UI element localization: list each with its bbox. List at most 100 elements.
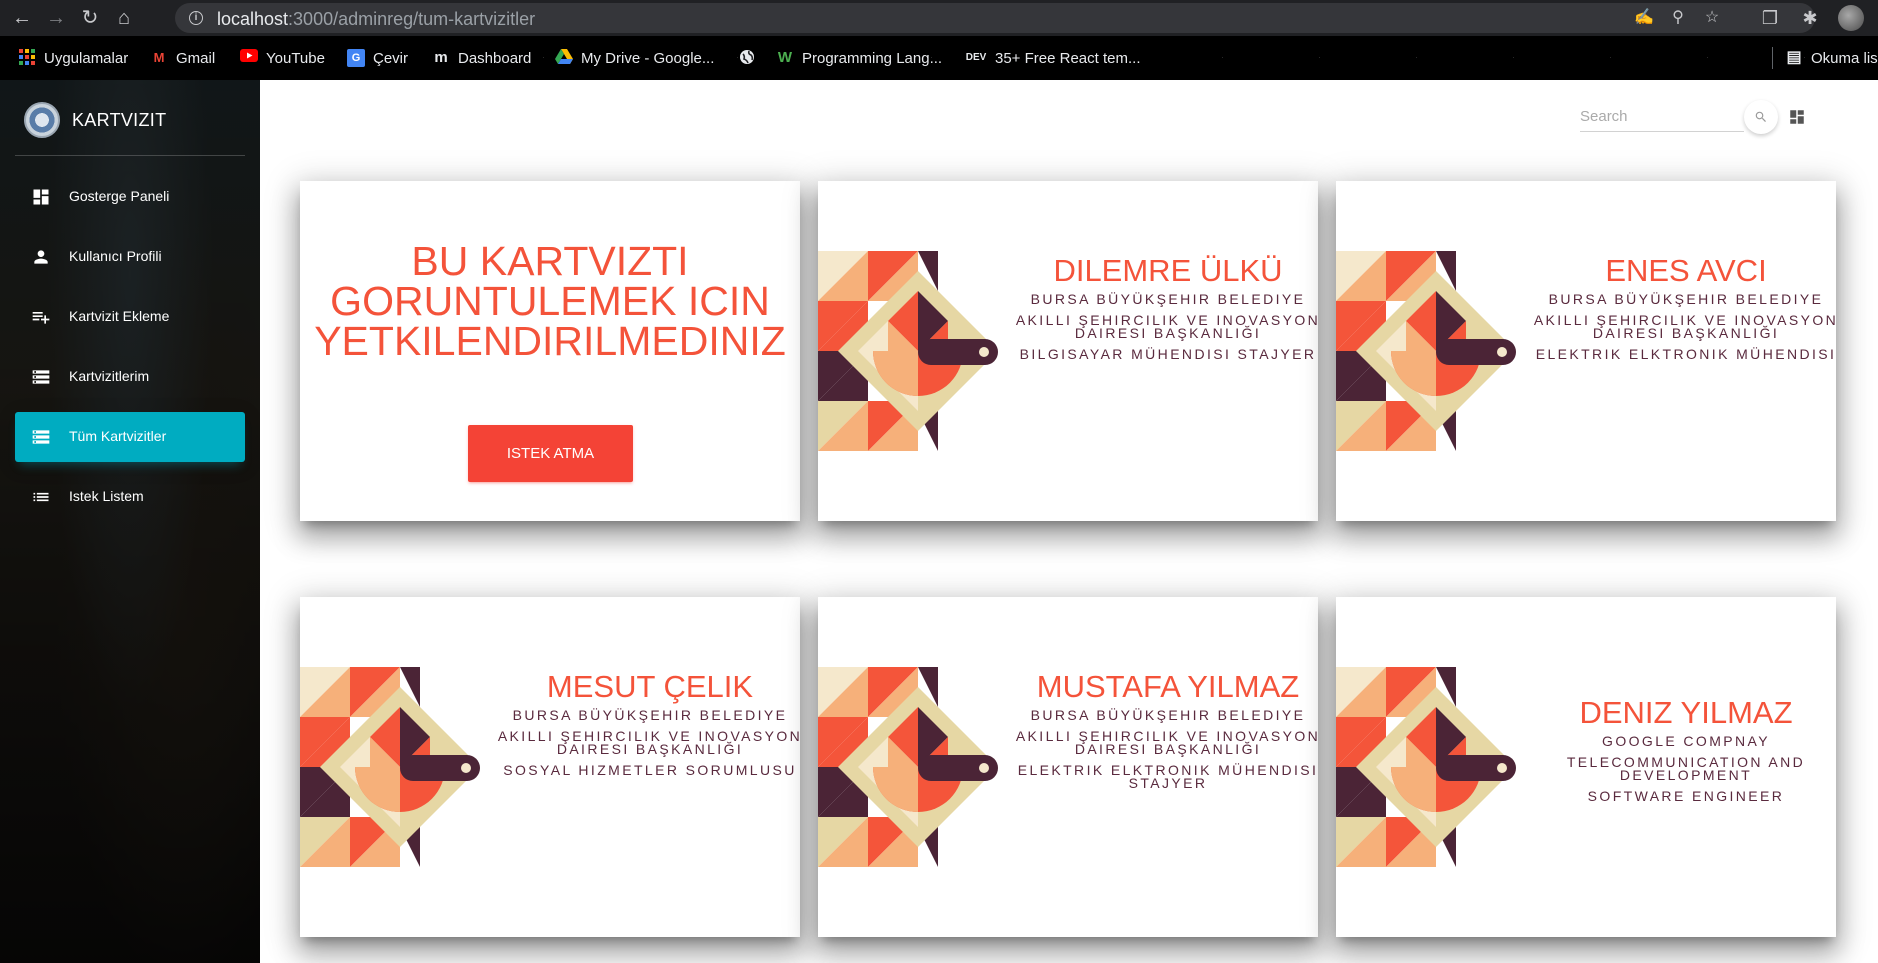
- business-card[interactable]: DENIZ YILMAZ GOOGLE COMPNAY TELECOMMUNIC…: [1336, 597, 1836, 937]
- card-job-title: SOSYAL HIZMETLER SORUMLUSU: [503, 762, 797, 778]
- search-input[interactable]: [1580, 102, 1744, 132]
- translate-page-icon[interactable]: ✍: [1633, 7, 1655, 29]
- business-card[interactable]: DILEMRE ÜLKÜ BURSA BÜYÜKŞEHIR BELEDIYE A…: [818, 181, 1318, 521]
- bookmark-label: Okuma lis: [1811, 49, 1878, 67]
- bookmark-dashboard[interactable]: m Dashboard: [432, 47, 531, 69]
- profile-avatar[interactable]: [1838, 5, 1864, 31]
- google-drive-icon: [555, 49, 573, 67]
- unauthorized-line: YETKILENDIRILMEDINIZ: [314, 318, 786, 364]
- bookmark-uygulamalar[interactable]: Uygulamalar: [18, 47, 128, 69]
- storage-icon: [32, 430, 50, 444]
- card-logo-art: [1336, 667, 1516, 867]
- card-department: AKILLI ŞEHIRCILIK VE INOVASYON DAIRESI B…: [1015, 728, 1318, 757]
- dev-logo-icon: DEV: [965, 52, 987, 63]
- url-host: localhost: [217, 9, 289, 29]
- card-department: AKILLI ŞEHIRCILIK VE INOVASYON DAIRESI B…: [1015, 312, 1318, 341]
- browser-toolbar: ← → ↻ ⌂ i localhost:3000/adminreg/tum-ka…: [0, 0, 1878, 36]
- apps-grid-icon: [18, 49, 36, 67]
- extensions-puzzle-icon[interactable]: ✱: [1798, 6, 1822, 30]
- card-org: BURSA BÜYÜKŞEHIR BELEDIYE: [512, 707, 788, 723]
- card-org: BURSA BÜYÜKŞEHIR BELEDIYE: [1548, 291, 1824, 307]
- bookmark-globe[interactable]: [738, 47, 764, 69]
- bookmark-reading-list[interactable]: ▤ Okuma lis: [1772, 47, 1878, 69]
- card-department: TELECOMMUNICATION AND DEVELOPMENT: [1566, 754, 1806, 783]
- gmail-icon: M: [153, 50, 165, 65]
- reading-list-icon: ▤: [1786, 49, 1802, 66]
- w-logo-icon: W: [777, 49, 793, 66]
- card-text: MESUT ÇELIK BURSA BÜYÜKŞEHIR BELEDIYE AK…: [495, 669, 800, 777]
- bookmark-label: Dashboard: [458, 49, 532, 67]
- address-bar[interactable]: i localhost:3000/adminreg/tum-kartvizitl…: [175, 3, 1815, 33]
- unauthorized-line: GORUNTULEMEK ICIN: [330, 278, 770, 324]
- sidebar-item-label: Kartvizitlerim: [69, 368, 150, 384]
- brand-logo: [24, 102, 60, 138]
- card-job-title: SOFTWARE ENGINEER: [1587, 788, 1785, 804]
- card-name: DILEMRE ÜLKÜ: [1053, 253, 1283, 288]
- storage-icon: [32, 370, 50, 384]
- sidebar-item-kullanici-profili[interactable]: Kullanıcı Profili: [15, 232, 245, 282]
- sidebar-item-istek-listem[interactable]: Istek Listem: [15, 472, 245, 522]
- card-logo-art: [1336, 251, 1516, 451]
- url-text[interactable]: localhost:3000/adminreg/tum-kartvizitler: [217, 9, 535, 30]
- sidebar-item-kartvizitlerim[interactable]: Kartvizitlerim: [15, 352, 245, 402]
- bookmark-label: Programming Lang...: [802, 49, 943, 67]
- card-text: ENES AVCI BURSA BÜYÜKŞEHIR BELEDIYE AKIL…: [1531, 253, 1836, 361]
- business-card[interactable]: MESUT ÇELIK BURSA BÜYÜKŞEHIR BELEDIYE AK…: [300, 597, 800, 937]
- bookmark-label: Uygulamalar: [44, 49, 129, 67]
- dashboard-view-icon[interactable]: [1788, 108, 1806, 126]
- card-logo-art: [818, 667, 998, 867]
- card-name: MESUT ÇELIK: [546, 669, 754, 704]
- url-path: :3000/adminreg/tum-kartvizitler: [288, 9, 536, 29]
- sidebar-item-tum-kartvizitler[interactable]: Tüm Kartvizitler: [15, 412, 245, 462]
- tab-search-icon[interactable]: ❐: [1758, 6, 1782, 30]
- bookmark-label: Çevir: [373, 49, 409, 67]
- zoom-icon[interactable]: ⚲: [1667, 7, 1689, 29]
- unauthorized-line: BU KARTVIZTI: [411, 238, 689, 284]
- card-department: AKILLI ŞEHIRCILIK VE INOVASYON DAIRESI B…: [497, 728, 800, 757]
- sidebar-item-label: Kartvizit Ekleme: [69, 308, 170, 324]
- bookmark-label: YouTube: [266, 49, 325, 67]
- locked-card: BU KARTVIZTI GORUNTULEMEK ICIN YETKILEND…: [300, 181, 800, 521]
- card-name: ENES AVCI: [1605, 253, 1767, 288]
- bookmark-programming-lang[interactable]: W Programming Lang...: [776, 47, 942, 69]
- bookmark-star-icon[interactable]: ☆: [1701, 7, 1723, 29]
- sidebar-item-kartvizit-ekleme[interactable]: Kartvizit Ekleme: [15, 292, 245, 342]
- card-org: BURSA BÜYÜKŞEHIR BELEDIYE: [1030, 291, 1306, 307]
- bookmark-cevir[interactable]: G Çevir: [347, 47, 408, 69]
- business-card[interactable]: ENES AVCI BURSA BÜYÜKŞEHIR BELEDIYE AKIL…: [1336, 181, 1836, 521]
- search-icon: [1755, 111, 1766, 122]
- site-info-icon[interactable]: i: [189, 11, 203, 25]
- forward-arrow-icon[interactable]: →: [44, 6, 68, 30]
- bookmark-react-templates[interactable]: DEV 35+ Free React tem...: [965, 47, 1141, 69]
- card-org: GOOGLE COMPNAY: [1602, 733, 1770, 749]
- bookmark-youtube[interactable]: YouTube: [240, 47, 325, 69]
- card-department: AKILLI ŞEHIRCILIK VE INOVASYON DAIRESI B…: [1533, 312, 1836, 341]
- card-name: MUSTAFA YILMAZ: [1036, 669, 1300, 704]
- sidebar-brand[interactable]: KARTVIZIT: [24, 100, 166, 140]
- brand-title: KARTVIZIT: [72, 109, 167, 130]
- card-text: DENIZ YILMAZ GOOGLE COMPNAY TELECOMMUNIC…: [1531, 695, 1836, 803]
- unauthorized-message: BU KARTVIZTI GORUNTULEMEK ICIN YETKILEND…: [300, 238, 800, 364]
- home-icon[interactable]: ⌂: [112, 6, 136, 30]
- back-arrow-icon[interactable]: ←: [10, 6, 34, 30]
- sidebar-item-label: Gosterge Paneli: [69, 188, 170, 204]
- business-card[interactable]: MUSTAFA YILMAZ BURSA BÜYÜKŞEHIR BELEDIYE…: [818, 597, 1318, 937]
- playlist-add-icon: [32, 312, 50, 324]
- card-name: DENIZ YILMAZ: [1579, 695, 1793, 730]
- card-logo-art: [300, 667, 480, 867]
- bookmarks-bar: Uygulamalar M Gmail YouTube G Çevir m Da…: [0, 36, 1878, 80]
- card-org: BURSA BÜYÜKŞEHIR BELEDIYE: [1030, 707, 1306, 723]
- bookmark-gmail[interactable]: M Gmail: [150, 47, 216, 69]
- sidebar-item-gosterge-paneli[interactable]: Gosterge Paneli: [15, 172, 245, 222]
- card-text: DILEMRE ÜLKÜ BURSA BÜYÜKŞEHIR BELEDIYE A…: [1013, 253, 1318, 361]
- request-access-button[interactable]: ISTEK ATMA: [468, 425, 633, 482]
- dashboard-logo-icon: m: [434, 49, 448, 66]
- search-button[interactable]: [1744, 100, 1778, 134]
- globe-icon: [738, 49, 756, 67]
- card-logo-art: [818, 251, 998, 451]
- reload-icon[interactable]: ↻: [78, 6, 102, 30]
- sidebar-item-label: Tüm Kartvizitler: [69, 428, 167, 444]
- bookmark-my-drive[interactable]: My Drive - Google...: [555, 47, 714, 69]
- youtube-icon: [240, 49, 258, 67]
- sidebar-divider: [15, 155, 245, 156]
